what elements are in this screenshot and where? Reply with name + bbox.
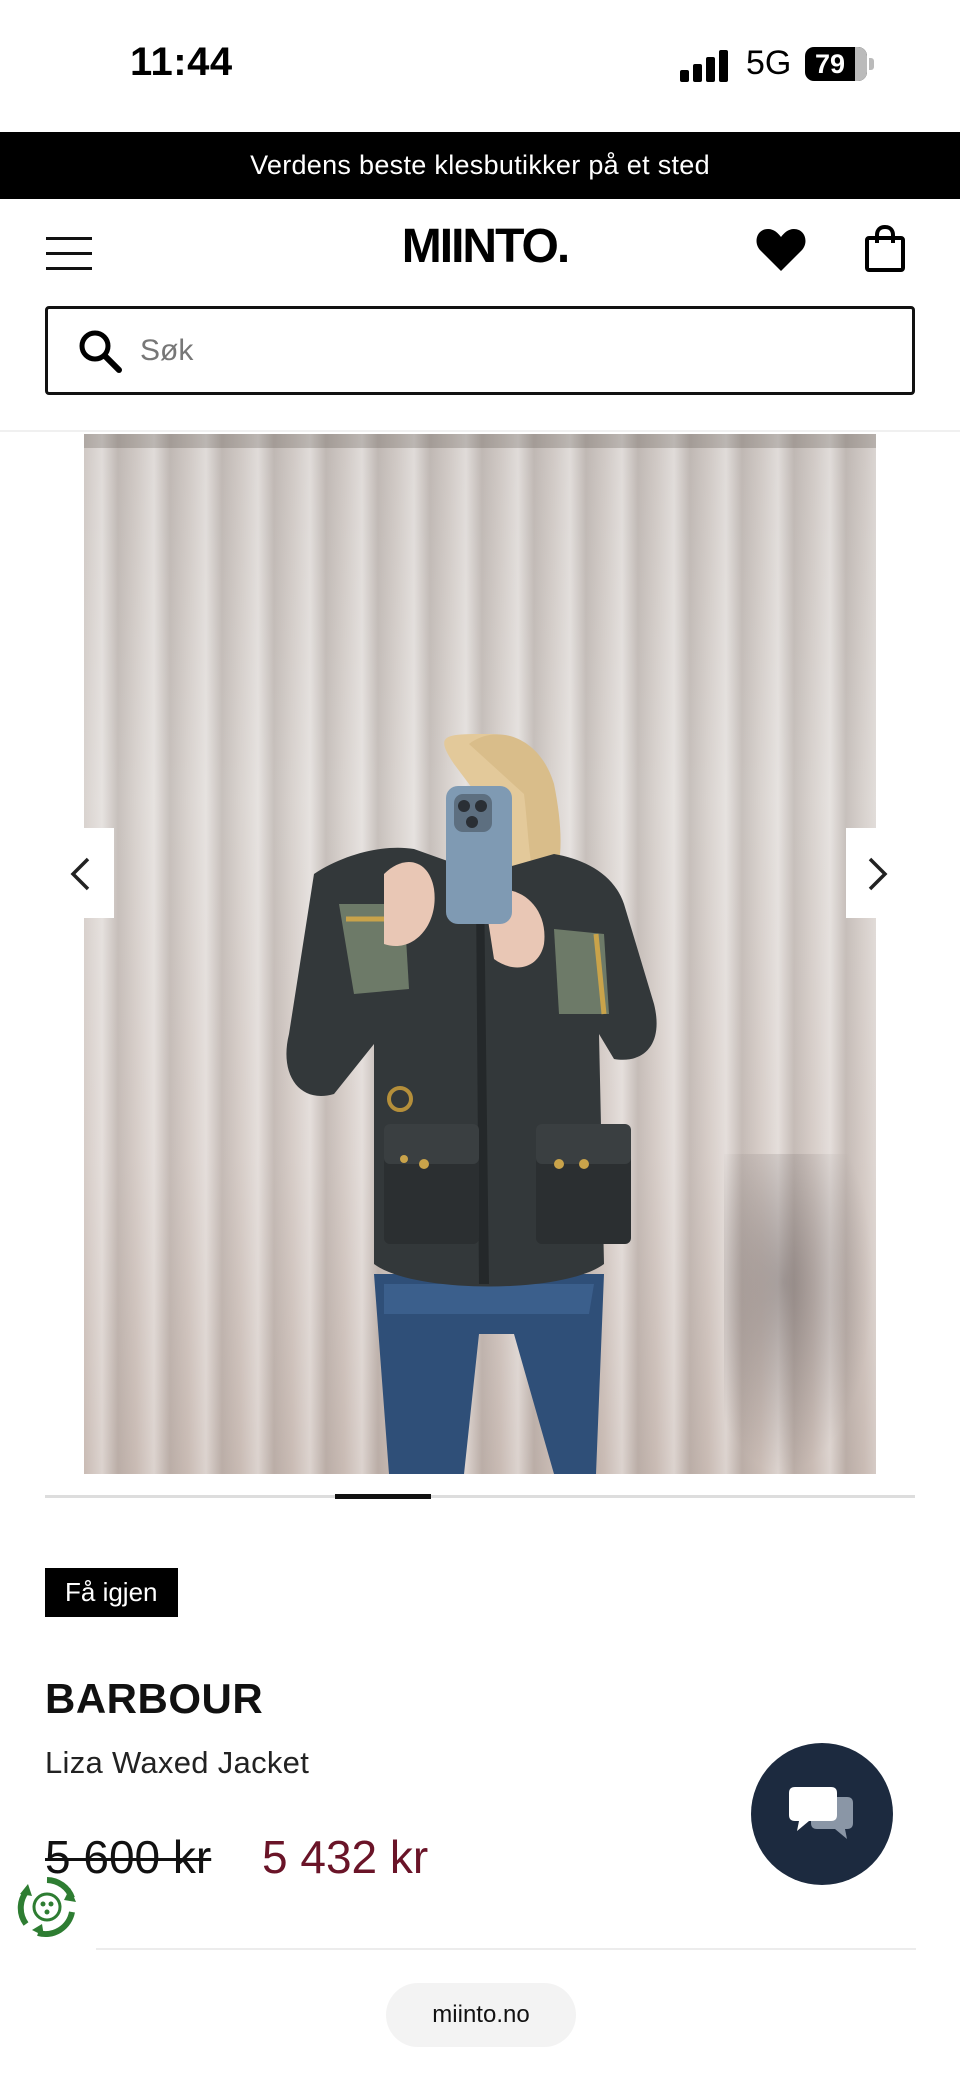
battery-level: 79 xyxy=(814,49,846,79)
hamburger-menu-icon[interactable] xyxy=(46,235,94,271)
search-icon xyxy=(78,329,122,373)
search-input[interactable] xyxy=(140,319,880,383)
gallery-next-button[interactable] xyxy=(846,828,910,918)
chat-button[interactable] xyxy=(751,1743,893,1885)
status-bar: 11:44 5G 79 xyxy=(0,0,960,132)
miinto-logo[interactable]: MIINTO. xyxy=(380,219,590,274)
cashback-badge: Få igjen xyxy=(45,1568,178,1617)
gallery-progress-track[interactable] xyxy=(45,1494,915,1499)
product-name: Liza Waxed Jacket xyxy=(45,1745,310,1780)
chat-bubbles-icon xyxy=(789,1787,853,1839)
product-image[interactable] xyxy=(84,434,876,1474)
network-type: 5G xyxy=(746,44,792,82)
wall-shadow xyxy=(724,1154,874,1474)
promo-banner[interactable]: Verdens beste klesbutikker på et sted xyxy=(0,132,960,199)
battery-icon: 79 xyxy=(805,47,867,81)
eco-recycle-icon[interactable] xyxy=(14,1874,80,1940)
battery-nub xyxy=(869,58,874,70)
chevron-right-icon xyxy=(868,857,888,891)
product-brand[interactable]: BARBOUR xyxy=(45,1675,263,1723)
header-divider xyxy=(0,430,960,432)
site-header: MIINTO. xyxy=(0,199,960,299)
sale-price: 5 432 kr xyxy=(262,1831,429,1883)
shopping-bag-icon[interactable] xyxy=(864,224,906,273)
status-time: 11:44 xyxy=(130,40,233,84)
browser-url-bar[interactable]: miinto.no xyxy=(386,1983,576,2047)
section-divider xyxy=(96,1948,916,1950)
heart-icon[interactable] xyxy=(755,227,807,273)
signal-strength-icon xyxy=(680,50,732,82)
gallery-prev-button[interactable] xyxy=(50,828,114,918)
gallery-progress-indicator xyxy=(335,1494,431,1499)
search-box[interactable] xyxy=(45,306,915,395)
chevron-left-icon xyxy=(70,857,90,891)
